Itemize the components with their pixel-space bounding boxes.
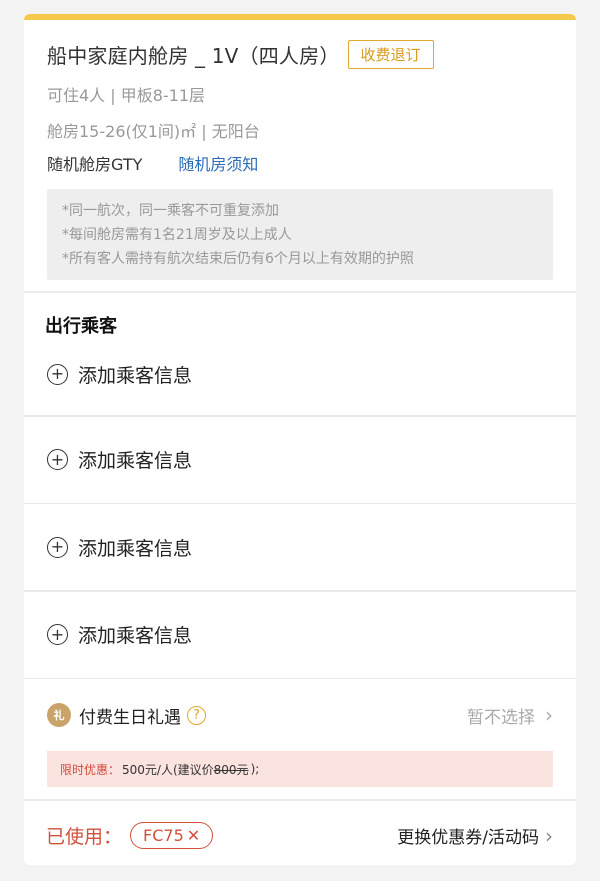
coupon-used-label: 已使用： <box>46 826 123 848</box>
room-type: 随机舱房GTY <box>47 155 143 174</box>
refund-policy-badge[interactable]: 收费退订 <box>347 39 434 69</box>
birthday-gift-selection: 暂不选择 <box>467 707 535 728</box>
birthday-gift-label: 付费生日礼遇 <box>79 707 181 728</box>
cabin-title: 船中家庭内舱房 _ 1V（四人房） <box>47 43 340 68</box>
plus-circle-icon: + <box>47 624 68 645</box>
cabin-size-balcony: 舱房15-26(仅1间)㎡ | 无阳台 <box>47 122 260 141</box>
promo-original-price: 800元 <box>213 762 249 777</box>
cabin-capacity-deck: 可住4人 | 甲板8-11层 <box>47 86 206 105</box>
booking-notice-box: *同一航次，同一乘客不可重复添加 *每间舱房需有1名21周岁及以上成人 *所有客… <box>47 189 553 280</box>
cabin-card: 船中家庭内舱房 _ 1V（四人房） 收费退订 可住4人 | 甲板8-11层 舱房… <box>24 14 576 865</box>
change-coupon-label: 更换优惠券/活动码 <box>397 828 539 848</box>
add-passenger-label: 添加乘客信息 <box>78 625 193 647</box>
plus-circle-icon: + <box>47 449 68 470</box>
close-icon[interactable]: ✕ <box>187 826 200 845</box>
add-passenger-button[interactable]: + 添加乘客信息 <box>24 592 576 678</box>
random-room-notice-link[interactable]: 随机房须知 <box>178 151 258 175</box>
birthday-gift-row[interactable]: 礼 付费生日礼遇 ? 暂不选择 › <box>24 679 576 751</box>
cabin-title-row: 船中家庭内舱房 _ 1V（四人房） 收费退订 <box>47 36 553 72</box>
promo-banner: 限时优惠： 500元/人(建议价 800元 ); <box>47 751 553 787</box>
coupon-row: 已使用： FC75 ✕ 更换优惠券/活动码 › <box>24 801 576 865</box>
chevron-right-icon: › <box>545 703 553 727</box>
add-passenger-label: 添加乘客信息 <box>78 364 193 387</box>
change-coupon-button[interactable]: 更换优惠券/活动码 › <box>397 823 553 849</box>
help-icon[interactable]: ? <box>187 705 206 725</box>
notice-line: *所有客人需持有航次结束后仍有6个月以上有效期的护照 <box>62 251 414 267</box>
promo-suffix: ); <box>250 762 260 776</box>
room-type-row: 随机舱房GTY 随机房须知 <box>47 151 553 175</box>
plus-circle-icon: + <box>47 363 68 385</box>
add-passenger-button[interactable]: + 添加乘客信息 <box>24 417 576 503</box>
chevron-right-icon: › <box>545 823 553 848</box>
cabin-info: 船中家庭内舱房 _ 1V（四人房） 收费退订 可住4人 | 甲板8-11层 舱房… <box>24 20 576 291</box>
birthday-gift-selector[interactable]: 暂不选择 › <box>467 703 553 728</box>
plus-circle-icon: + <box>47 536 68 558</box>
passengers-header: 出行乘客 <box>45 316 117 337</box>
coupon-chip[interactable]: FC75 ✕ <box>130 822 214 849</box>
add-passenger-button[interactable]: + 添加乘客信息 <box>24 504 576 590</box>
add-passenger-label: 添加乘客信息 <box>78 537 193 560</box>
birthday-gift-icon: 礼 <box>47 703 71 727</box>
notice-line: *每间舱房需有1名21周岁及以上成人 <box>62 227 292 243</box>
promo-label: 限时优惠： <box>60 762 121 777</box>
add-passenger-button[interactable]: + 添加乘客信息 <box>24 333 576 415</box>
add-passenger-label: 添加乘客信息 <box>78 450 193 472</box>
notice-line: *同一航次，同一乘客不可重复添加 <box>62 203 279 219</box>
coupon-code: FC75 <box>143 826 184 845</box>
promo-price: 500元/人(建议价 <box>122 762 214 777</box>
